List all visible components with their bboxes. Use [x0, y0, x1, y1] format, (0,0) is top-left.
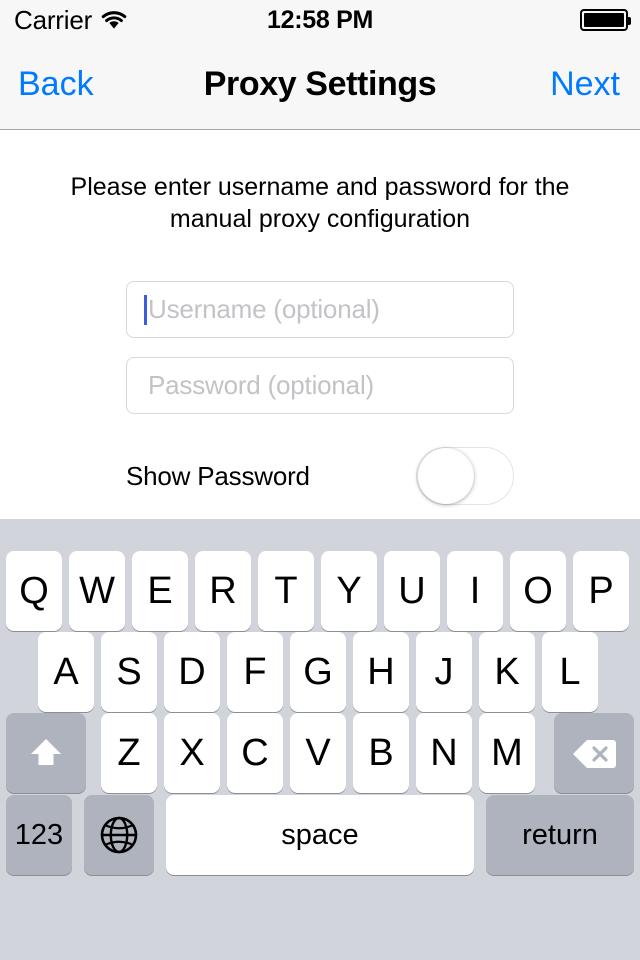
globe-key[interactable]: [84, 795, 154, 875]
backspace-delete-icon: [572, 737, 616, 769]
key-label: Q: [19, 569, 49, 612]
key-v[interactable]: V: [290, 713, 346, 793]
space-key[interactable]: space: [166, 795, 474, 875]
key-f[interactable]: F: [227, 632, 283, 712]
key-u[interactable]: U: [384, 551, 440, 631]
key-label: S: [116, 650, 142, 693]
on-screen-keyboard: QWERTYUIOP ASDFGHJKL ZXCVBNM 123 space r…: [0, 519, 640, 960]
key-b[interactable]: B: [353, 713, 409, 793]
key-o[interactable]: O: [510, 551, 566, 631]
key-j[interactable]: J: [416, 632, 472, 712]
key-label: L: [559, 650, 581, 693]
keyboard-row-1: QWERTYUIOP: [0, 551, 640, 631]
key-w[interactable]: W: [69, 551, 125, 631]
username-placeholder: Username (optional): [148, 294, 380, 324]
key-label: R: [209, 569, 237, 612]
key-label: E: [147, 569, 173, 612]
keyboard-row-3: ZXCVBNM: [0, 713, 640, 793]
key-label: G: [303, 650, 333, 693]
key-label: P: [588, 569, 614, 612]
key-k[interactable]: K: [479, 632, 535, 712]
key-label: U: [398, 569, 426, 612]
password-placeholder: Password (optional): [148, 370, 374, 400]
key-h[interactable]: H: [353, 632, 409, 712]
key-i[interactable]: I: [447, 551, 503, 631]
key-label: O: [523, 569, 553, 612]
battery-full-icon: [580, 9, 631, 31]
globe-language-icon: [99, 815, 139, 855]
key-p[interactable]: P: [573, 551, 629, 631]
key-label: V: [305, 731, 331, 774]
key-label: H: [367, 650, 395, 693]
key-t[interactable]: T: [258, 551, 314, 631]
key-g[interactable]: G: [290, 632, 346, 712]
shift-key[interactable]: [6, 713, 86, 793]
key-label: A: [53, 650, 79, 693]
key-label: D: [178, 650, 206, 693]
battery-indicator: [580, 0, 631, 40]
key-e[interactable]: E: [132, 551, 188, 631]
key-q[interactable]: Q: [6, 551, 62, 631]
keyboard-row-2: ASDFGHJKL: [0, 632, 640, 712]
show-password-label: Show Password: [126, 460, 310, 491]
key-label: Y: [336, 569, 362, 612]
delete-key[interactable]: [554, 713, 634, 793]
key-label: N: [430, 731, 458, 774]
keyboard-row-4: 123 space return: [0, 795, 640, 875]
key-label: K: [494, 650, 520, 693]
show-password-row: Show Password: [126, 447, 514, 505]
key-label: X: [179, 731, 205, 774]
key-l[interactable]: L: [542, 632, 598, 712]
key-label: M: [491, 731, 523, 774]
key-r[interactable]: R: [195, 551, 251, 631]
return-key[interactable]: return: [486, 795, 634, 875]
key-label: Z: [117, 731, 141, 774]
key-c[interactable]: C: [227, 713, 283, 793]
password-input[interactable]: Password (optional): [126, 357, 514, 414]
key-label: C: [241, 731, 269, 774]
key-label: I: [469, 569, 481, 612]
key-d[interactable]: D: [164, 632, 220, 712]
key-a[interactable]: A: [38, 632, 94, 712]
key-label: T: [274, 569, 298, 612]
next-button[interactable]: Next: [550, 40, 620, 129]
key-s[interactable]: S: [101, 632, 157, 712]
key-m[interactable]: M: [479, 713, 535, 793]
key-label: J: [434, 650, 454, 693]
shift-up-arrow-icon: [28, 735, 64, 771]
key-label: B: [368, 731, 394, 774]
key-y[interactable]: Y: [321, 551, 377, 631]
text-caret: [144, 294, 147, 325]
key-x[interactable]: X: [164, 713, 220, 793]
username-input[interactable]: Username (optional): [126, 281, 514, 338]
content-area: Please enter username and password for t…: [0, 131, 640, 519]
key-label: W: [79, 569, 115, 612]
show-password-toggle[interactable]: [416, 447, 514, 505]
toggle-knob: [418, 448, 474, 504]
key-n[interactable]: N: [416, 713, 472, 793]
status-time: 12:58 PM: [267, 5, 373, 34]
key-label: F: [243, 650, 267, 693]
status-bar: Carrier 12:58 PM: [0, 0, 640, 40]
instruction-text: Please enter username and password for t…: [70, 173, 570, 233]
page-title: Proxy Settings: [203, 65, 437, 103]
numeric-keyboard-key[interactable]: 123: [6, 795, 72, 875]
key-z[interactable]: Z: [101, 713, 157, 793]
navigation-bar: Back Proxy Settings Next: [0, 40, 640, 130]
